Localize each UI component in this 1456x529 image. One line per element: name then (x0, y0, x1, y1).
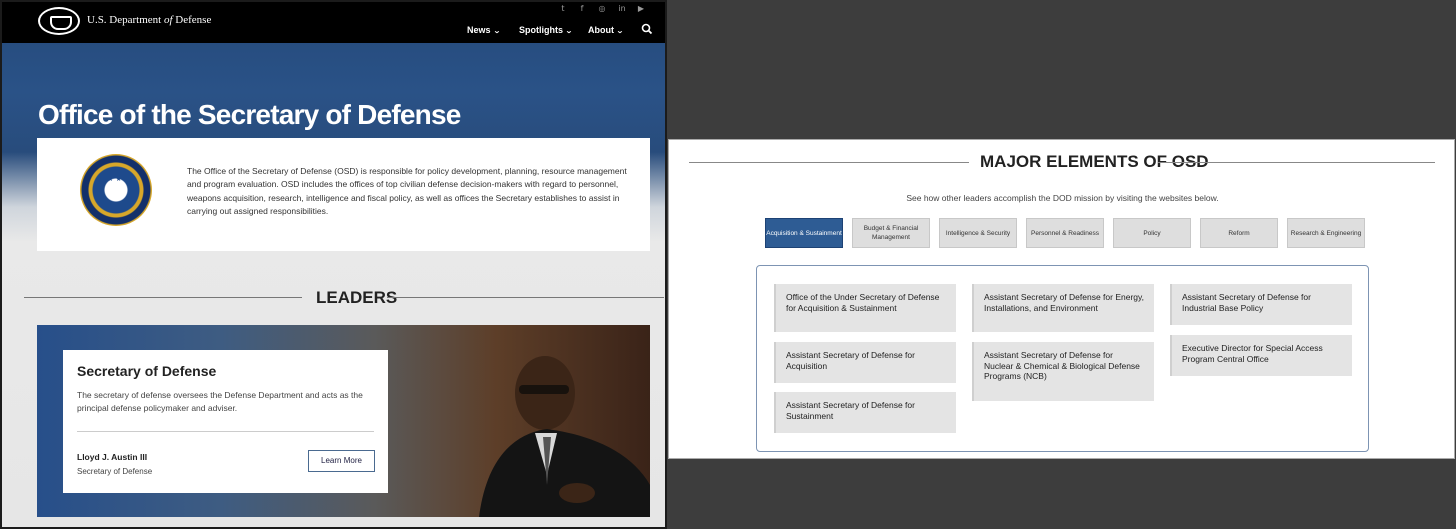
tab-intelligence-security[interactable]: Intelligence & Security (939, 218, 1017, 248)
leader-banner: Secretary of Defense The secretary of de… (37, 325, 650, 517)
major-elements-subtitle: See how other leaders accomplish the DOD… (906, 193, 1219, 203)
secretary-portrait (479, 356, 650, 517)
site-name[interactable]: U.S. Department of Defense (87, 14, 211, 26)
tab-reform[interactable]: Reform (1200, 218, 1278, 248)
leader-card-title: Secretary of Defense (77, 363, 217, 379)
tab-personnel-readiness[interactable]: Personnel & Readiness (1026, 218, 1104, 248)
tab-acquisition-sustainment[interactable]: Acquisition & Sustainment (765, 218, 843, 248)
leader-card-description: The secretary of defense oversees the De… (77, 390, 363, 413)
leader-card: Secretary of Defense The secretary of de… (63, 350, 388, 493)
nav-spotlights[interactable]: Spotlights ⌄ (519, 25, 573, 35)
search-icon[interactable] (640, 22, 654, 36)
top-navigation: U.S. Department of Defense News ⌄ Spotlig… (2, 7, 665, 43)
chevron-down-icon: ⌄ (616, 28, 624, 35)
element-link[interactable]: Assistant Secretary of Defense for Indus… (1170, 284, 1352, 325)
element-link[interactable]: Office of the Under Secretary of Defense… (774, 284, 956, 332)
leader-name: Lloyd J. Austin III (77, 452, 148, 462)
youtube-icon[interactable]: ▶ (634, 3, 648, 15)
chevron-down-icon: ⌄ (565, 28, 573, 35)
divider (1158, 162, 1435, 163)
element-link[interactable]: Assistant Secretary of Defense for Energ… (972, 284, 1154, 332)
leader-role: Secretary of Defense (77, 467, 153, 476)
nav-news[interactable]: News ⌄ (467, 25, 501, 35)
divider (24, 297, 302, 298)
divider (689, 162, 969, 163)
site-name-prefix: U.S. Department (87, 14, 164, 26)
element-link[interactable]: Assistant Secretary of Defense for Susta… (774, 392, 956, 433)
right-screenshot: MAJOR ELEMENTS OF OSD See how other lead… (668, 139, 1455, 459)
learn-more-button[interactable]: Learn More (308, 450, 375, 472)
element-link[interactable]: Assistant Secretary of Defense for Nucle… (972, 342, 1154, 401)
dod-seal (80, 154, 152, 226)
nav-about-label: About (588, 25, 614, 35)
chevron-down-icon: ⌄ (492, 28, 501, 35)
site-name-suffix: Defense (172, 14, 212, 26)
element-link[interactable]: Assistant Secretary of Defense for Acqui… (774, 342, 956, 383)
osd-intro-card: The Office of the Secretary of Defense (… (37, 138, 650, 251)
instagram-icon[interactable]: ◎ (595, 3, 609, 15)
left-screenshot: t f ◎ in ▶ U.S. Department of Defense Ne… (0, 0, 667, 529)
elements-panel: Office of the Under Secretary of Defense… (756, 265, 1369, 452)
tab-research-engineering[interactable]: Research & Engineering (1287, 218, 1365, 248)
facebook-icon[interactable]: f (575, 3, 589, 15)
nav-news-label: News (467, 25, 491, 35)
tab-policy[interactable]: Policy (1113, 218, 1191, 248)
osd-page: t f ◎ in ▶ U.S. Department of Defense Ne… (2, 2, 665, 527)
nav-spotlights-label: Spotlights (519, 25, 563, 35)
element-link[interactable]: Executive Director for Special Access Pr… (1170, 335, 1352, 376)
twitter-icon[interactable]: t (556, 3, 570, 15)
site-name-of: of (163, 14, 173, 26)
dod-logo[interactable] (38, 7, 80, 35)
tab-budget-financial-management[interactable]: Budget & Financial Management (852, 218, 930, 248)
linkedin-icon[interactable]: in (615, 3, 629, 15)
page-title: Office of the Secretary of Defense (38, 99, 461, 130)
nav-about[interactable]: About ⌄ (588, 25, 624, 35)
divider (387, 297, 664, 298)
osd-description: The Office of the Secretary of Defense (… (187, 166, 627, 216)
divider (77, 431, 374, 432)
leaders-heading: LEADERS (316, 288, 398, 307)
